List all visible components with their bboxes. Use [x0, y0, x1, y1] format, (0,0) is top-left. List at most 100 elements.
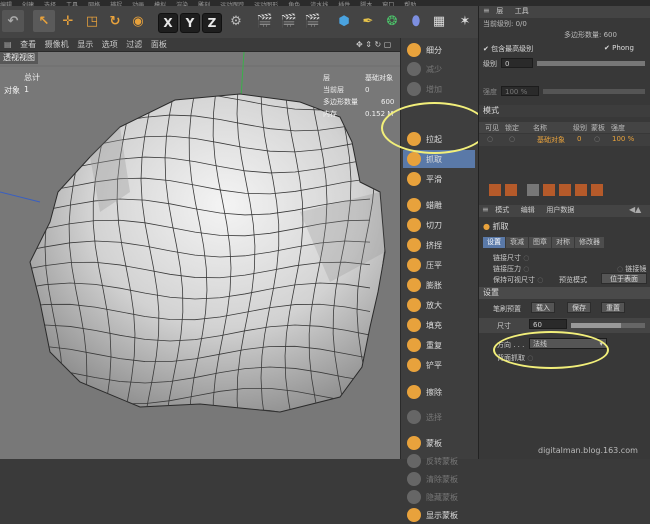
- scale-icon[interactable]: ◳: [81, 10, 103, 32]
- menu-filter[interactable]: 过滤: [126, 40, 142, 49]
- lock-icon[interactable]: ○: [509, 135, 515, 143]
- size-field[interactable]: 60: [529, 319, 567, 329]
- tab-layer[interactable]: 层: [492, 6, 507, 17]
- stats-layer-label: 层: [323, 74, 330, 82]
- brush-icon: [407, 338, 421, 352]
- viewport-menu-icon[interactable]: ▤: [4, 40, 12, 49]
- recent-tool-icon[interactable]: ◉: [127, 10, 149, 32]
- viewport-nav-icons[interactable]: ✥ ⇕ ↻ ▢: [356, 38, 391, 51]
- brush-13[interactable]: 重复: [403, 336, 475, 354]
- rotate-icon[interactable]: ↻: [104, 10, 126, 32]
- include-levels-check[interactable]: ✔ 包含最高级别: [483, 44, 533, 54]
- stats-layer-value: 基础对象: [365, 74, 393, 82]
- delete-layer-icon[interactable]: [591, 184, 603, 196]
- tab-modifier[interactable]: 修改器: [575, 237, 604, 248]
- move-icon[interactable]: ✛: [57, 10, 79, 32]
- render-settings-icon[interactable]: 🎬: [302, 10, 324, 32]
- brush-label: 压平: [426, 260, 442, 270]
- undo-icon[interactable]: ↶: [2, 10, 24, 32]
- brush-16[interactable]: 选择: [403, 408, 475, 426]
- menu-camera[interactable]: 摄像机: [45, 40, 69, 49]
- brush-21[interactable]: 显示蒙板: [403, 506, 475, 524]
- brush-10[interactable]: 膨胀: [403, 276, 475, 294]
- brush-18[interactable]: 反转蒙板: [403, 452, 475, 470]
- z-axis-button[interactable]: Z: [202, 13, 222, 33]
- layer-panel-header: ≡ 层 工具: [479, 6, 650, 18]
- phong-check[interactable]: ✔ Phong: [604, 44, 634, 52]
- strength-field[interactable]: 100 %: [501, 86, 539, 96]
- cube-icon[interactable]: ⬢: [333, 10, 355, 32]
- light-icon[interactable]: ✶: [454, 10, 476, 32]
- brush-0[interactable]: 细分: [403, 41, 475, 59]
- menu-options[interactable]: 选项: [102, 40, 118, 49]
- highlight-ellipse-grab: [381, 102, 488, 154]
- mask-icon[interactable]: ○: [594, 135, 600, 143]
- brush-label: 平滑: [426, 174, 442, 184]
- brush-1[interactable]: 减少: [403, 60, 475, 78]
- render-picture-icon[interactable]: 🎬: [278, 10, 300, 32]
- subdivision-icon[interactable]: ❂: [381, 10, 403, 32]
- grab-icon: ●: [483, 222, 490, 231]
- stats-total-label: 总计: [24, 73, 40, 82]
- brush-15[interactable]: 擦除: [403, 383, 475, 401]
- merge-layer-icon[interactable]: [543, 184, 555, 196]
- bake-layer-icon[interactable]: [575, 184, 587, 196]
- brush-14[interactable]: 铲平: [403, 356, 475, 374]
- brush-12[interactable]: 填充: [403, 316, 475, 334]
- level-field[interactable]: 0: [501, 58, 533, 68]
- tab-tools[interactable]: 工具: [511, 6, 533, 17]
- preview-mode-select[interactable]: 位于表面: [601, 273, 647, 284]
- link-pressure-check[interactable]: 链接压力 ○: [493, 264, 529, 274]
- reset-button[interactable]: 重置: [601, 302, 625, 313]
- visible-icon[interactable]: ○: [487, 135, 493, 143]
- highlight-ellipse-direction: [493, 331, 609, 369]
- attr-nav-icon[interactable]: ◀▲: [629, 205, 641, 214]
- tab-edit[interactable]: 编辑: [517, 205, 539, 216]
- pen-icon[interactable]: ✒: [357, 10, 379, 32]
- deformer-icon[interactable]: ⬮: [405, 10, 427, 32]
- brush-19[interactable]: 清除蒙板: [403, 470, 475, 488]
- x-axis-button[interactable]: X: [158, 13, 178, 33]
- add-folder-icon[interactable]: [505, 184, 517, 196]
- brush-9[interactable]: 压平: [403, 256, 475, 274]
- perspective-viewport[interactable]: 透视视图 总计 对象 1 层基础对象 当前层 0 多边形数量 600 内存 0.152…: [0, 52, 400, 459]
- layer-col-header: 锁定: [505, 124, 519, 132]
- brush-2[interactable]: 增加: [403, 80, 475, 98]
- tab-falloff[interactable]: 衰减: [506, 237, 528, 248]
- panel-menu-icon[interactable]: ≡: [483, 6, 490, 15]
- brush-6[interactable]: 蜡雕: [403, 196, 475, 214]
- menu-display[interactable]: 显示: [77, 40, 93, 49]
- coord-system-icon[interactable]: ⚙: [225, 10, 247, 32]
- brush-20[interactable]: 隐藏蒙板: [403, 488, 475, 506]
- tab-stamp[interactable]: 图章: [529, 237, 551, 248]
- menu-view[interactable]: 查看: [20, 40, 36, 49]
- load-button[interactable]: 载入: [531, 302, 555, 313]
- brush-label: 反转蒙板: [426, 456, 458, 466]
- brush-17[interactable]: 蒙板: [403, 434, 475, 452]
- copy-layer-icon[interactable]: [559, 184, 571, 196]
- tab-settings[interactable]: 设置: [483, 237, 505, 248]
- add-layer-icon[interactable]: [489, 184, 501, 196]
- brush-5[interactable]: 平滑: [403, 170, 475, 188]
- scene-icon[interactable]: ▦: [428, 10, 450, 32]
- tab-symmetry[interactable]: 对称: [552, 237, 574, 248]
- tab-user-data[interactable]: 用户数据: [542, 205, 578, 216]
- brush-icon: [407, 472, 421, 486]
- brush-11[interactable]: 放大: [403, 296, 475, 314]
- select-arrow-icon[interactable]: ↖: [33, 10, 55, 32]
- strength-slider[interactable]: [543, 89, 645, 94]
- level-slider[interactable]: [537, 61, 645, 66]
- link-size-check[interactable]: 链接尺寸 ○: [493, 253, 529, 263]
- render-view-icon[interactable]: 🎬: [254, 10, 276, 32]
- y-axis-button[interactable]: Y: [180, 13, 200, 33]
- brush-7[interactable]: 切刀: [403, 216, 475, 234]
- menu-panel[interactable]: 面板: [151, 40, 167, 49]
- brush-8[interactable]: 挤捏: [403, 236, 475, 254]
- tab-mode[interactable]: 模式: [491, 205, 513, 216]
- size-slider[interactable]: [571, 323, 645, 328]
- attr-menu-icon[interactable]: ≡: [482, 205, 489, 214]
- save-button[interactable]: 保存: [567, 302, 591, 313]
- keep-visible-size-check[interactable]: 保持可视尺寸 ○: [493, 275, 543, 285]
- layer-tool-icon[interactable]: [527, 184, 539, 196]
- layer-row[interactable]: ○ ○ 基础对象 0 ○ 100 %: [479, 134, 650, 146]
